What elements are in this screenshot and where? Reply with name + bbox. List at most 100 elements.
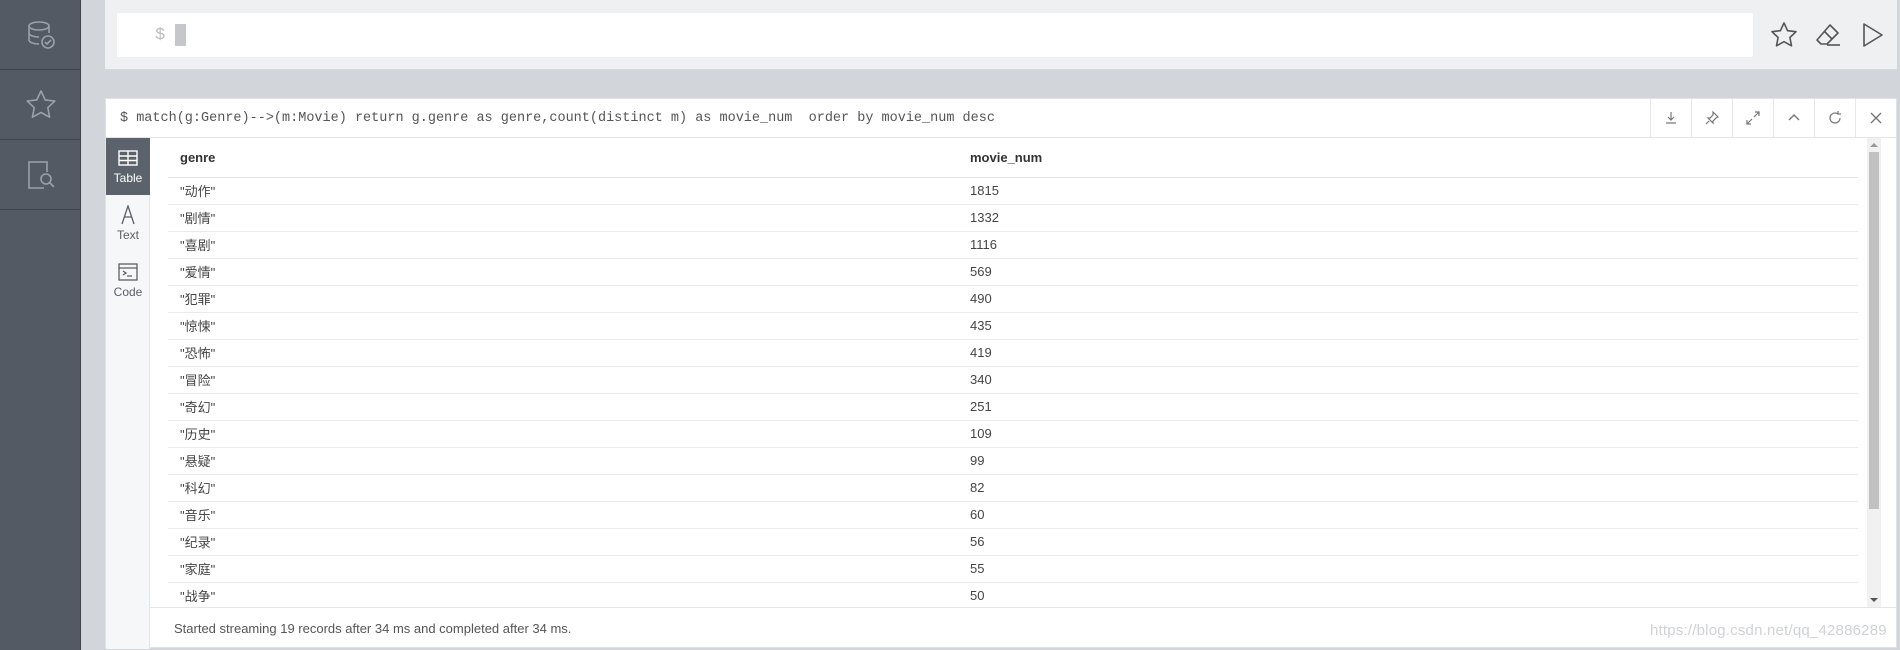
download-button[interactable] [1650,99,1691,137]
table-row: "科幻" 82 [168,474,1858,502]
tab-table-label: Table [113,171,143,185]
tab-text[interactable]: Text [106,195,150,252]
frame-header: $ match(g:Genre)-->(m:Movie) return g.ge… [106,99,1896,138]
cell-movie-num: 60 [958,501,1858,529]
cell-genre: "悬疑" [168,447,958,475]
cell-genre: "历史" [168,420,958,448]
cell-movie-num: 50 [958,582,1858,607]
close-frame-button[interactable] [1855,99,1896,137]
clear-button[interactable] [1812,19,1844,51]
editor-prompt: $ [155,25,166,45]
table-row: "冒险" 340 [168,366,1858,394]
scroll-thumb[interactable] [1869,152,1879,509]
cell-genre: "惊悚" [168,312,958,340]
collapse-button[interactable] [1773,99,1814,137]
column-header-movie-num: movie_num [958,138,1858,178]
scroll-down-arrow[interactable] [1867,593,1881,607]
rerun-button[interactable] [1814,99,1855,137]
table-scrollbar[interactable] [1867,138,1881,607]
table-row: "动作" 1815 [168,177,1858,205]
cell-genre: "犯罪" [168,285,958,313]
scroll-up-arrow[interactable] [1867,138,1881,152]
cell-genre: "奇幻" [168,393,958,421]
result-frame: $ match(g:Genre)-->(m:Movie) return g.ge… [105,98,1897,649]
cell-movie-num: 490 [958,285,1858,313]
table-header-row: genre movie_num [168,138,1858,178]
cell-movie-num: 56 [958,528,1858,556]
cell-movie-num: 435 [958,312,1858,340]
table-body: "动作" 1815 "剧情" 1332 "喜剧" 1116 "爱情" 569 "犯罪" 490 "惊… [168,177,1858,607]
cell-genre: "恐怖" [168,339,958,367]
tab-table[interactable]: Table [106,138,150,195]
table-row: "犯罪" 490 [168,285,1858,313]
cell-movie-num: 340 [958,366,1858,394]
frame-actions [1650,99,1896,137]
tab-code-label: Code [113,285,143,299]
cell-movie-num: 1332 [958,204,1858,232]
triangle-up-icon [1870,143,1878,147]
table-icon [118,150,138,166]
cell-genre: "战争" [168,582,958,607]
document-search-icon [27,160,55,189]
status-text: Started streaming 19 records after 34 ms… [174,621,572,636]
cell-movie-num: 251 [958,393,1858,421]
column-header-genre: genre [168,138,958,178]
table-row: "战争" 50 [168,582,1858,607]
cell-movie-num: 569 [958,258,1858,286]
text-icon [121,205,135,225]
tab-text-label: Text [116,228,139,242]
expand-icon [1746,111,1760,125]
cell-genre: "喜剧" [168,231,958,259]
nav-database[interactable] [0,0,81,70]
cell-genre: "科幻" [168,474,958,502]
database-icon [27,20,55,49]
close-icon [1870,112,1882,124]
table-row: "历史" 109 [168,420,1858,448]
pin-icon [1705,110,1720,125]
cell-genre: "音乐" [168,501,958,529]
table-row: "音乐" 60 [168,501,1858,529]
download-icon [1666,112,1676,124]
results-table: genre movie_num "动作" 1815 "剧情" 1332 "喜剧" 1116… [168,138,1858,607]
cell-movie-num: 419 [958,339,1858,367]
cell-movie-num: 1116 [958,231,1858,259]
run-button[interactable] [1856,19,1888,51]
view-tabs: Table Text Code [106,138,150,649]
cell-movie-num: 109 [958,420,1858,448]
table-row: "惊悚" 435 [168,312,1858,340]
watermark: https://blog.csdn.net/qq_42886289 [1650,622,1887,639]
cell-movie-num: 1815 [958,177,1858,205]
cell-genre: "动作" [168,177,958,205]
nav-favorites[interactable] [0,70,81,140]
cypher-editor-input[interactable]: $ [117,13,1753,57]
cell-movie-num: 55 [958,555,1858,583]
fullscreen-button[interactable] [1732,99,1773,137]
tab-code[interactable]: Code [106,252,150,309]
nav-documents[interactable] [0,140,81,210]
cell-genre: "纪录" [168,528,958,556]
table-row: "奇幻" 251 [168,393,1858,421]
code-icon [118,263,138,281]
left-nav [0,0,81,650]
cell-genre: "家庭" [168,555,958,583]
table-row: "剧情" 1332 [168,204,1858,232]
editor-cursor [175,24,187,46]
star-icon [1771,22,1797,47]
editor-bar: $ [105,0,1897,70]
favorite-button[interactable] [1768,19,1800,51]
pin-button[interactable] [1691,99,1732,137]
cell-movie-num: 99 [958,447,1858,475]
cell-genre: "剧情" [168,204,958,232]
cell-genre: "爱情" [168,258,958,286]
star-icon [25,89,56,118]
frame-query[interactable]: $ match(g:Genre)-->(m:Movie) return g.ge… [120,111,995,126]
cell-genre: "冒险" [168,366,958,394]
table-row: "喜剧" 1116 [168,231,1858,259]
table-row: "悬疑" 99 [168,447,1858,475]
table-row: "纪录" 56 [168,528,1858,556]
table-row: "家庭" 55 [168,555,1858,583]
results-table-container: genre movie_num "动作" 1815 "剧情" 1332 "喜剧" 1116… [150,138,1867,607]
table-row: "恐怖" 419 [168,339,1858,367]
eraser-icon [1816,24,1840,46]
status-bar: Started streaming 19 records after 34 ms… [150,607,1896,649]
